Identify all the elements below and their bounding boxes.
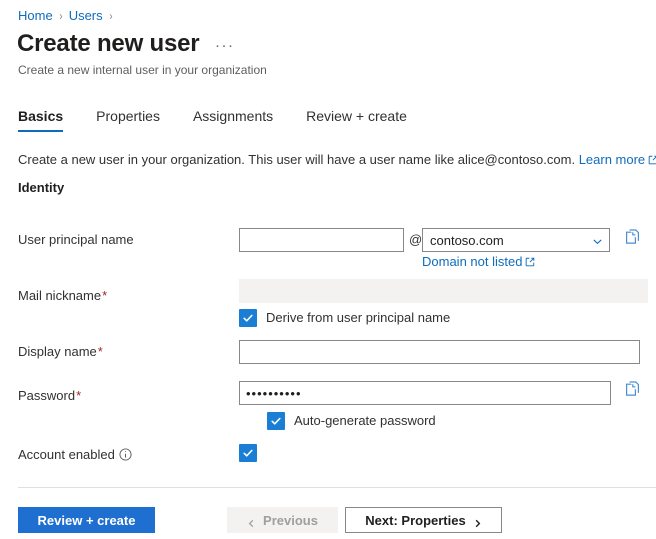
display-name-input[interactable] <box>239 340 640 364</box>
required-marker: * <box>76 388 82 403</box>
review-create-button[interactable]: Review + create <box>18 507 155 533</box>
copy-user-principal-name-icon[interactable] <box>624 229 642 249</box>
required-marker: * <box>102 288 108 303</box>
page-title: Create new user <box>17 30 200 57</box>
required-marker: * <box>97 344 103 359</box>
previous-button: Previous <box>227 507 338 533</box>
info-icon[interactable] <box>119 448 132 461</box>
label-display-name: Display name* <box>18 343 103 361</box>
auto-generate-password-label: Auto-generate password <box>294 413 436 428</box>
domain-dropdown[interactable]: contoso.com <box>422 228 610 252</box>
label-mail-nickname: Mail nickname* <box>18 287 107 305</box>
label-account-enabled-text: Account enabled <box>18 447 115 462</box>
chevron-down-icon <box>592 235 603 246</box>
derive-from-upn-checkbox-row[interactable]: Derive from user principal name <box>239 309 450 327</box>
footer-divider <box>18 487 656 488</box>
breadcrumb-separator-icon: › <box>109 9 113 23</box>
chevron-left-icon <box>247 516 256 527</box>
more-options-button[interactable]: ··· <box>215 38 235 53</box>
auto-generate-password-checkbox[interactable] <box>267 412 285 430</box>
intro-text-row: Create a new user in your organization. … <box>18 151 656 170</box>
mail-nickname-input <box>239 279 648 303</box>
external-link-icon <box>525 254 535 272</box>
intro-text: Create a new user in your organization. … <box>18 152 576 167</box>
tab-properties[interactable]: Properties <box>96 107 160 132</box>
derive-from-upn-checkbox[interactable] <box>239 309 257 327</box>
domain-not-listed-label: Domain not listed <box>422 254 523 269</box>
domain-dropdown-value: contoso.com <box>430 232 504 248</box>
external-link-icon <box>648 152 656 170</box>
breadcrumb: Home › Users › <box>18 7 113 25</box>
label-password-text: Password <box>18 388 76 403</box>
breadcrumb-item-home[interactable]: Home <box>18 7 53 25</box>
domain-not-listed-link[interactable]: Domain not listed <box>422 253 535 272</box>
label-mail-nickname-text: Mail nickname <box>18 288 102 303</box>
account-enabled-checkbox[interactable] <box>239 444 257 462</box>
at-symbol: @ <box>409 232 423 247</box>
label-password: Password* <box>18 387 81 405</box>
tab-basics[interactable]: Basics <box>18 107 64 132</box>
tab-bar: Basics Properties Assignments Review + c… <box>18 104 440 132</box>
auto-generate-password-checkbox-row[interactable]: Auto-generate password <box>267 412 436 430</box>
next-properties-button[interactable]: Next: Properties <box>345 507 502 533</box>
user-principal-name-input[interactable] <box>239 228 404 252</box>
breadcrumb-separator-icon: › <box>59 9 63 23</box>
derive-from-upn-label: Derive from user principal name <box>266 310 451 325</box>
page-subtitle: Create a new internal user in your organ… <box>18 63 267 77</box>
tab-review-create[interactable]: Review + create <box>306 107 407 132</box>
tab-assignments[interactable]: Assignments <box>193 107 273 132</box>
label-account-enabled: Account enabled <box>18 446 132 464</box>
learn-more-link[interactable]: Learn more <box>579 152 645 167</box>
section-heading-identity: Identity <box>18 180 65 195</box>
previous-button-label: Previous <box>263 512 318 528</box>
label-user-principal-name: User principal name <box>18 232 134 247</box>
label-display-name-text: Display name <box>18 344 97 359</box>
breadcrumb-item-users[interactable]: Users <box>69 7 103 25</box>
chevron-right-icon <box>473 516 482 527</box>
copy-password-icon[interactable] <box>624 381 642 401</box>
next-properties-button-label: Next: Properties <box>365 512 466 528</box>
password-input[interactable] <box>239 381 611 405</box>
